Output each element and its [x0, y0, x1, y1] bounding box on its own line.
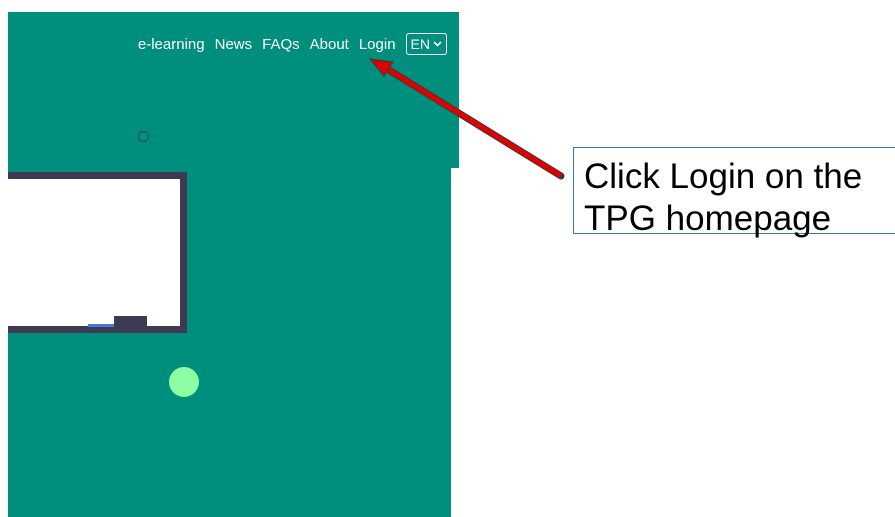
callout-line-1: Click Login on the: [584, 157, 863, 196]
instruction-callout: Click Login on the TPG homepage: [573, 147, 895, 238]
annotation-arrow: [368, 58, 565, 180]
callout-line-2: TPG homepage: [584, 199, 832, 238]
